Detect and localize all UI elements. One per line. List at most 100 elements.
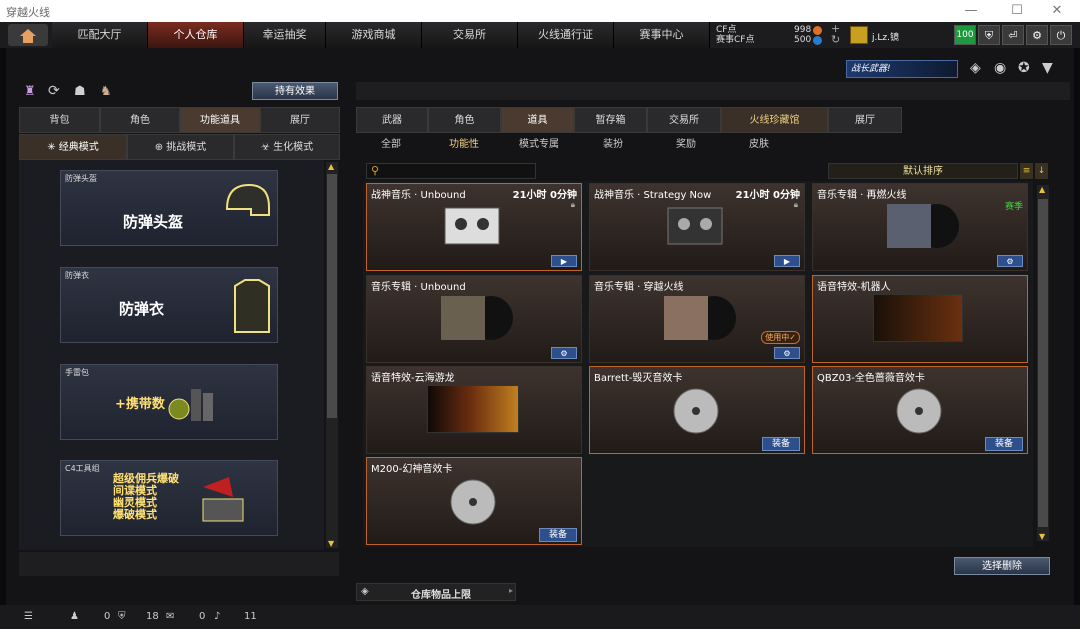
left-tab-showroom[interactable]: 展厅 bbox=[260, 107, 340, 133]
exit-room-icon[interactable]: ⏎ bbox=[1002, 25, 1024, 45]
card-vest[interactable]: 防弹衣 防弹衣 bbox=[60, 267, 278, 343]
settings-button[interactable]: ⚙ bbox=[774, 347, 800, 359]
left-tab-function-items[interactable]: 功能道具 bbox=[180, 107, 260, 133]
item-card[interactable]: QBZ03-全色蔷薇音效卡 装备 bbox=[812, 366, 1028, 454]
subtab-functional[interactable]: 功能性 bbox=[449, 135, 479, 150]
item-card[interactable]: 战神音乐 · Strategy Now 21小时 0分钟 🔒︎ ▶ bbox=[589, 183, 805, 271]
sort-order-icon[interactable]: ↓ bbox=[1035, 163, 1048, 179]
badge-icon[interactable]: ✪ bbox=[1018, 60, 1030, 76]
right-tab-character[interactable]: 角色 bbox=[428, 107, 501, 133]
play-button[interactable]: ▶ bbox=[774, 255, 800, 267]
scroll-up-icon[interactable]: ▲ bbox=[1039, 185, 1045, 194]
cf-label: CF点 bbox=[716, 25, 737, 35]
shield-status-icon[interactable]: ⛨ bbox=[118, 611, 126, 622]
match-cf-value: 500 bbox=[794, 35, 812, 45]
chevron-right-icon: ▸ bbox=[508, 586, 513, 595]
tab-game-store[interactable]: 游戏商城 bbox=[326, 22, 422, 48]
item-card[interactable]: 语音特效-机器人 bbox=[812, 275, 1028, 363]
rank-icon[interactable]: ▼ bbox=[1042, 60, 1053, 76]
right-tab-items[interactable]: 道具 bbox=[501, 107, 574, 133]
chat-icon[interactable]: ✉ bbox=[166, 611, 174, 622]
cassette-icon bbox=[444, 207, 500, 245]
grenade-icon bbox=[168, 389, 213, 421]
sort-dropdown[interactable]: 默认排序 bbox=[828, 163, 1018, 179]
right-scroll-thumb[interactable] bbox=[1038, 199, 1048, 527]
avatar[interactable] bbox=[850, 26, 868, 44]
banner[interactable]: 战长武器! bbox=[846, 60, 958, 78]
scroll-down-icon[interactable]: ▼ bbox=[328, 539, 334, 548]
left-scroll-thumb[interactable] bbox=[327, 174, 337, 418]
stats-icon[interactable]: ♜ bbox=[24, 84, 36, 99]
speaker-icon[interactable]: ♪ bbox=[214, 611, 220, 622]
list-view-icon[interactable]: ≡ bbox=[1020, 163, 1033, 179]
person-icon[interactable]: ☗ bbox=[74, 84, 86, 99]
minimize-button[interactable]: — bbox=[948, 0, 994, 22]
subtab-mode-exclusive[interactable]: 模式专属 bbox=[519, 135, 559, 150]
tab-lucky-draw[interactable]: 幸运抽奖 bbox=[244, 22, 326, 48]
tab-match-hall[interactable]: 匹配大厅 bbox=[52, 22, 148, 48]
left-tab-backpack[interactable]: 背包 bbox=[19, 107, 100, 133]
equip-button[interactable]: 装备 bbox=[762, 437, 800, 451]
gear-icon[interactable]: ⚙ bbox=[1026, 25, 1048, 45]
equip-button[interactable]: 装备 bbox=[985, 437, 1023, 451]
vip-icon[interactable]: ◈ bbox=[970, 60, 981, 76]
tab-exchange[interactable]: 交易所 bbox=[422, 22, 518, 48]
right-tab-weapons[interactable]: 武器 bbox=[356, 107, 428, 133]
refresh-icon[interactable]: ↻ bbox=[831, 33, 840, 46]
card-helmet[interactable]: 防弹头盔 防弹头盔 bbox=[60, 170, 278, 246]
left-tab-character[interactable]: 角色 bbox=[100, 107, 180, 133]
settings-button[interactable]: ⚙ bbox=[551, 347, 577, 359]
mode-tab-zombie[interactable]: ☣ 生化模式 bbox=[234, 134, 340, 160]
layers-icon: ◈ bbox=[361, 586, 369, 597]
card-c4-tools[interactable]: C4工具组 超级佣兵爆破 间谍模式 幽灵模式 爆破模式 bbox=[60, 460, 278, 536]
search-input[interactable]: ⚲ bbox=[366, 163, 536, 179]
equip-button[interactable]: 装备 bbox=[539, 528, 577, 542]
subtab-all[interactable]: 全部 bbox=[381, 135, 401, 150]
close-button[interactable]: ✕ bbox=[1034, 0, 1080, 22]
level-badge[interactable]: 100 bbox=[954, 25, 976, 45]
item-card[interactable]: 音乐专辑 · 再燃火线 赛季 ⚙ bbox=[812, 183, 1028, 271]
item-card[interactable]: M200-幻神音效卡 装备 bbox=[366, 457, 582, 545]
bag-icon[interactable]: ♞ bbox=[100, 84, 112, 99]
right-tab-collection[interactable]: 火线珍藏馆 bbox=[721, 107, 828, 133]
shield-icon[interactable]: ⛨ bbox=[978, 25, 1000, 45]
right-tab-exchange[interactable]: 交易所 bbox=[647, 107, 721, 133]
helmet-icon bbox=[225, 183, 270, 216]
right-tab-storage[interactable]: 暂存箱 bbox=[574, 107, 647, 133]
power-icon[interactable]: ⏻ bbox=[1050, 25, 1072, 45]
cd-icon bbox=[450, 479, 496, 525]
globe-icon[interactable]: ◉ bbox=[994, 60, 1006, 76]
subtab-rewards[interactable]: 奖励 bbox=[676, 135, 696, 150]
item-card[interactable]: 战神音乐 · Unbound 21小时 0分钟 🔒︎ ▶ bbox=[366, 183, 582, 271]
match-coin-icon bbox=[813, 36, 822, 45]
effect-button[interactable]: 持有效果 bbox=[252, 82, 338, 100]
cf-value: 998 bbox=[794, 25, 812, 35]
right-scrollbar[interactable]: ▲ ▼ bbox=[1037, 185, 1049, 541]
item-card[interactable]: 音乐专辑 · Unbound ⚙ bbox=[366, 275, 582, 363]
left-scrollbar[interactable]: ▲ ▼ bbox=[326, 162, 338, 548]
warehouse-limit[interactable]: ◈ 仓库物品上限 ▸ bbox=[356, 583, 516, 601]
mode-tab-classic[interactable]: ✳ 经典模式 bbox=[19, 134, 127, 160]
home-icon bbox=[20, 29, 36, 43]
settings-button[interactable]: ⚙ bbox=[997, 255, 1023, 267]
mode-tab-challenge[interactable]: ⊕ 挑战模式 bbox=[127, 134, 234, 160]
home-button[interactable] bbox=[8, 24, 48, 46]
item-card[interactable]: 语音特效-云海游龙 bbox=[366, 366, 582, 454]
item-card[interactable]: Barrett-毁灭音效卡 装备 bbox=[589, 366, 805, 454]
item-card[interactable]: 音乐专辑 · 穿越火线 使用中✓ ⚙ bbox=[589, 275, 805, 363]
tab-event-center[interactable]: 赛事中心 bbox=[614, 22, 710, 48]
cycle-icon[interactable]: ⟳ bbox=[48, 83, 60, 99]
tab-battle-pass[interactable]: 火线通行证 bbox=[518, 22, 614, 48]
card-grenade-pack[interactable]: 手雷包 +携带数 bbox=[60, 364, 278, 440]
select-delete-button[interactable]: 选择删除 bbox=[954, 557, 1050, 575]
subtab-skins[interactable]: 皮肤 bbox=[749, 135, 769, 150]
currency-labels: CF点 赛事CF点 bbox=[716, 25, 754, 45]
scroll-up-icon[interactable]: ▲ bbox=[328, 162, 334, 171]
tab-personal-warehouse[interactable]: 个人仓库 bbox=[148, 22, 244, 48]
menu-icon[interactable]: ☰ bbox=[24, 611, 33, 622]
scroll-down-icon[interactable]: ▼ bbox=[1039, 532, 1045, 541]
right-tab-showroom[interactable]: 展厅 bbox=[828, 107, 902, 133]
friends-icon[interactable]: ♟ bbox=[70, 611, 79, 622]
play-button[interactable]: ▶ bbox=[551, 255, 577, 267]
subtab-cosmetic[interactable]: 装扮 bbox=[603, 135, 623, 150]
